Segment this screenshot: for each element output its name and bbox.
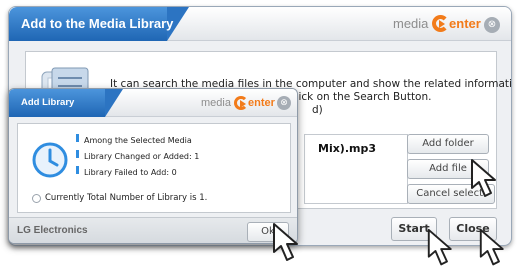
clock-icon: [32, 142, 68, 178]
lg-electronics-label: LG Electronics: [17, 225, 88, 236]
close-icon[interactable]: ⊗: [484, 17, 500, 33]
hand-cursor-icon: [273, 223, 298, 261]
popup-logo-c-icon: [234, 96, 249, 110]
result-item: Library Failed to Add: 0: [76, 166, 177, 177]
hand-cursor-icon: [427, 228, 452, 266]
popup-footer: LG Electronics Ok: [9, 217, 297, 243]
total-radio: [32, 194, 41, 203]
popup-title-bar: Add Library media enter ⊗: [9, 89, 297, 117]
logo-c-icon: [432, 15, 450, 32]
title-bar: Add to the Media Library media enter ⊗: [9, 7, 511, 41]
result-item: Library Changed or Added: 1: [75, 150, 200, 161]
total-library-text: Currently Total Number of Library is 1.: [45, 193, 208, 203]
hand-cursor-icon: [479, 228, 504, 266]
add-library-popup: Add Library media enter ⊗ Among the Sele…: [8, 88, 298, 244]
add-folder-button[interactable]: Add folder: [407, 134, 489, 154]
result-item: Among the Selected Media: [76, 134, 192, 145]
popup-title: Add Library: [21, 97, 75, 108]
popup-close-icon[interactable]: ⊗: [277, 96, 291, 110]
popup-media-center-logo: media enter: [201, 96, 275, 110]
dialog-title: Add to the Media Library: [21, 16, 174, 31]
file-name: Mix).mp3: [318, 142, 377, 155]
description-text-3: d): [312, 104, 323, 116]
hand-cursor-icon: [471, 159, 496, 197]
media-center-logo: media enter: [393, 15, 481, 32]
